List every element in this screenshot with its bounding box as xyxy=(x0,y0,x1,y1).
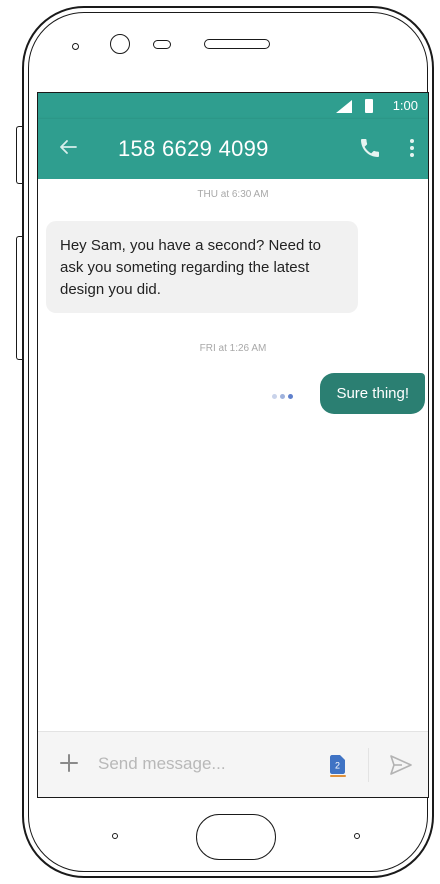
typing-dot xyxy=(288,394,293,399)
typing-dot xyxy=(272,394,277,399)
outgoing-message-bubble[interactable]: Sure thing! xyxy=(320,373,425,414)
arrow-left-icon[interactable] xyxy=(56,135,80,159)
typing-dot xyxy=(280,394,285,399)
home-button[interactable] xyxy=(196,814,276,860)
send-icon[interactable] xyxy=(388,752,414,778)
phone-icon[interactable] xyxy=(358,136,382,160)
proximity-sensor xyxy=(153,40,171,49)
plus-icon[interactable] xyxy=(58,752,80,774)
volume-down-button xyxy=(16,236,22,360)
volume-up-button xyxy=(16,126,22,184)
earpiece-speaker xyxy=(204,39,270,49)
message-composer: 2 xyxy=(38,731,428,797)
more-vert-icon[interactable] xyxy=(406,136,418,160)
recent-apps-dot xyxy=(112,833,118,839)
message-input[interactable] xyxy=(98,750,308,778)
app-bar: 158 6629 4099 xyxy=(38,119,428,179)
battery-icon xyxy=(365,99,373,113)
timestamp: FRI at 1:26 AM xyxy=(199,343,267,354)
timestamp: THU at 6:30 AM xyxy=(197,189,269,200)
typing-indicator-icon xyxy=(272,392,298,402)
signal-icon xyxy=(336,100,352,113)
incoming-message-bubble[interactable]: Hey Sam, you have a second? Need to ask … xyxy=(46,221,358,313)
sim-badge-number: 2 xyxy=(335,761,340,771)
status-bar: 1:00 xyxy=(38,93,428,119)
sim-card-icon[interactable]: 2 xyxy=(328,752,348,778)
status-time: 1:00 xyxy=(392,98,418,113)
divider xyxy=(368,748,369,782)
screen: 1:00 158 6629 4099 THU at 6:30 AM Hey Sa… xyxy=(37,92,429,798)
page-title: 158 6629 4099 xyxy=(118,136,269,161)
front-camera-icon xyxy=(110,34,130,54)
back-key-dot xyxy=(354,833,360,839)
conversation-view[interactable]: THU at 6:30 AM Hey Sam, you have a secon… xyxy=(38,179,428,731)
sensor-icon xyxy=(72,43,79,50)
